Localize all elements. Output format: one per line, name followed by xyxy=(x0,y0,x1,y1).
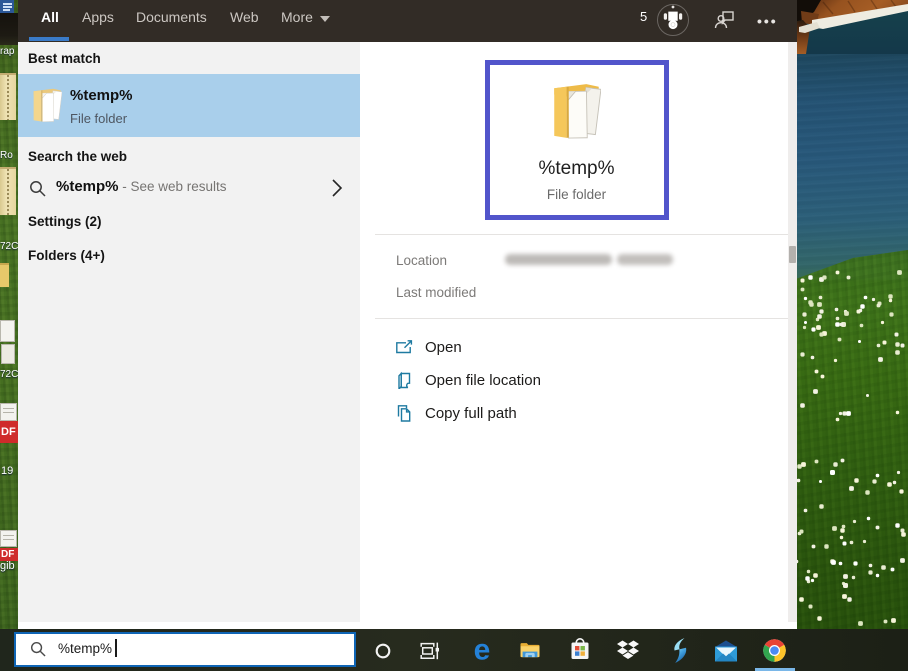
svg-text:e: e xyxy=(474,636,491,663)
